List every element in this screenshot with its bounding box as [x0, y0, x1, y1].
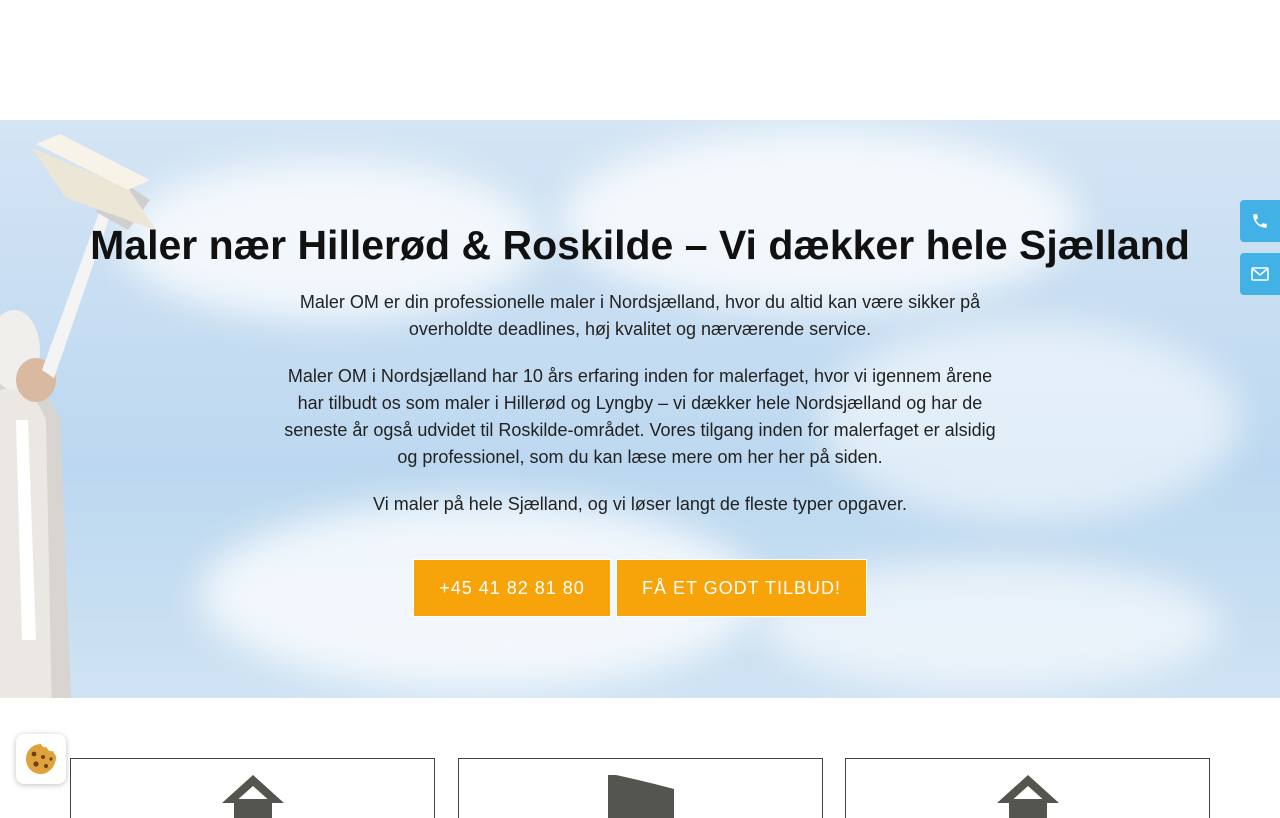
cookie-icon: [26, 744, 56, 774]
service-card[interactable]: [458, 758, 823, 818]
get-offer-button[interactable]: FÅ ET GODT TILBUD!: [616, 559, 867, 617]
house-icon: [996, 775, 1059, 818]
hero-section: Maler nær Hillerød & Roskilde – Vi dække…: [0, 120, 1280, 698]
site-header: [0, 0, 1280, 120]
services-section: [0, 698, 1280, 818]
hero-title: Maler nær Hillerød & Roskilde – Vi dække…: [90, 222, 1190, 268]
service-card[interactable]: [70, 758, 435, 818]
hero-coverage-text: Vi maler på hele Sjælland, og vi løser l…: [373, 494, 907, 514]
service-card[interactable]: [845, 758, 1210, 818]
side-tab-phone[interactable]: [1240, 200, 1280, 242]
side-tab-email[interactable]: [1240, 253, 1280, 295]
hero-experience-text: Maler OM i Nordsjælland har 10 års erfar…: [284, 366, 996, 467]
cookie-settings-button[interactable]: [16, 734, 66, 784]
house-icon: [221, 775, 284, 818]
hero-intro-text: Maler OM er din professionelle maler i N…: [299, 292, 981, 339]
phone-button[interactable]: +45 41 82 81 80: [413, 559, 611, 617]
flag-icon: [607, 775, 674, 818]
envelope-icon: [1251, 267, 1269, 281]
hero-content: Maler nær Hillerød & Roskilde – Vi dække…: [0, 120, 1280, 698]
phone-icon: [1253, 214, 1267, 228]
